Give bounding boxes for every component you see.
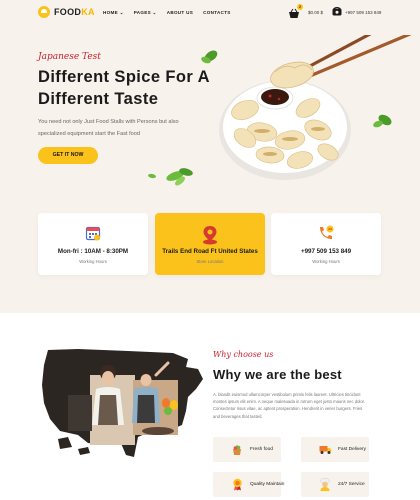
top-nav: FOODKA HOME ⌄ PAGES ⌄ ABOUT US CONTACTS … bbox=[0, 0, 420, 26]
info-card-phone: 24 +997 509 153 849 Working Hours bbox=[271, 213, 381, 275]
why-desc-line: A. blandit euismod ullamcorper vestibulu… bbox=[213, 392, 361, 397]
feature-label: Quality Maintain bbox=[250, 482, 285, 487]
nav-item-contacts[interactable]: CONTACTS bbox=[203, 10, 231, 16]
why-desc-line: and beverages that tasted. bbox=[213, 413, 263, 419]
herb-leaf-icon bbox=[148, 168, 193, 186]
feature-label: 24/7 Service bbox=[338, 482, 365, 487]
hero-subtitle: Japanese Test bbox=[38, 52, 101, 62]
location-pin-icon bbox=[203, 226, 217, 245]
hours-label: Working Hours bbox=[79, 259, 107, 264]
feature-label: Fast Delivery bbox=[338, 447, 366, 452]
info-card-hours: Mon-fri : 10AM - 8:30PM Working Hours bbox=[38, 213, 148, 275]
svg-text:24: 24 bbox=[328, 227, 332, 231]
logo-text-part2: KA bbox=[81, 7, 95, 17]
feature-fresh-food: Fresh food bbox=[213, 437, 281, 462]
location-value: Trails End Road Ft United States bbox=[162, 248, 258, 255]
cart-count-badge: 2 bbox=[297, 4, 303, 10]
herb-leaf-icon bbox=[201, 50, 218, 64]
phone-24h-icon: 24 bbox=[320, 225, 334, 239]
chevron-down-icon: ⌄ bbox=[152, 10, 157, 15]
nav-item-pages-label: PAGES bbox=[133, 10, 151, 15]
logo-text: FOODKA bbox=[54, 7, 95, 17]
why-desc-line: Consectetur risus vitae, ac aptent prosp… bbox=[213, 406, 363, 412]
info-card-location: Trails End Road Ft United States Store L… bbox=[155, 213, 265, 275]
phone-icon bbox=[332, 7, 342, 16]
feature-label: Fresh food bbox=[250, 447, 273, 452]
nav-item-about[interactable]: ABOUT US bbox=[167, 10, 193, 16]
why-subtitle: Why choose us bbox=[213, 350, 274, 359]
feature-24-7-service: 24/7 Service bbox=[301, 472, 369, 497]
logo[interactable]: FOODKA bbox=[38, 6, 95, 18]
herb-leaf-icon bbox=[373, 114, 392, 128]
logo-text-part1: FOOD bbox=[54, 7, 82, 17]
nav-item-pages[interactable]: PAGES ⌄ bbox=[134, 10, 157, 16]
cart-button[interactable]: 2 bbox=[288, 4, 303, 18]
main-menu: HOME ⌄ PAGES ⌄ ABOUT US CONTACTS bbox=[103, 10, 231, 16]
usa-map-chefs-image bbox=[42, 349, 203, 457]
calendar-icon bbox=[85, 226, 101, 241]
header-phone-number[interactable]: +997 509 153 849 bbox=[345, 10, 381, 15]
chef-icon bbox=[318, 478, 332, 492]
feature-fast-delivery: Fast Delivery bbox=[301, 437, 369, 462]
why-desc-line: montes ipsum elit enim. A neque malesuad… bbox=[213, 399, 365, 405]
cart-total: $0.00 $ bbox=[308, 10, 324, 15]
nav-item-home[interactable]: HOME ⌄ bbox=[103, 10, 124, 16]
chevron-down-icon: ⌄ bbox=[119, 10, 124, 15]
delivery-truck-icon bbox=[318, 443, 332, 457]
hours-value: Mon-fri : 10AM - 8:30PM bbox=[57, 248, 129, 255]
fresh-food-icon bbox=[230, 443, 244, 457]
quality-badge-icon bbox=[230, 478, 244, 492]
feature-quality-maintain: Quality Maintain bbox=[213, 472, 285, 497]
phone-hours-label: Working Hours bbox=[312, 259, 340, 264]
location-label: Store Location bbox=[196, 259, 224, 264]
dumplings-plate-image bbox=[148, 35, 412, 186]
get-it-now-button[interactable]: GET IT NOW bbox=[38, 147, 98, 164]
phone-value: +997 509 153 849 bbox=[300, 248, 352, 255]
why-title: Why we are the best bbox=[213, 367, 342, 382]
nav-item-home-label: HOME bbox=[103, 10, 118, 15]
logo-icon bbox=[38, 6, 50, 18]
why-description: A. blandit euismod ullamcorper vestibulu… bbox=[213, 391, 383, 420]
